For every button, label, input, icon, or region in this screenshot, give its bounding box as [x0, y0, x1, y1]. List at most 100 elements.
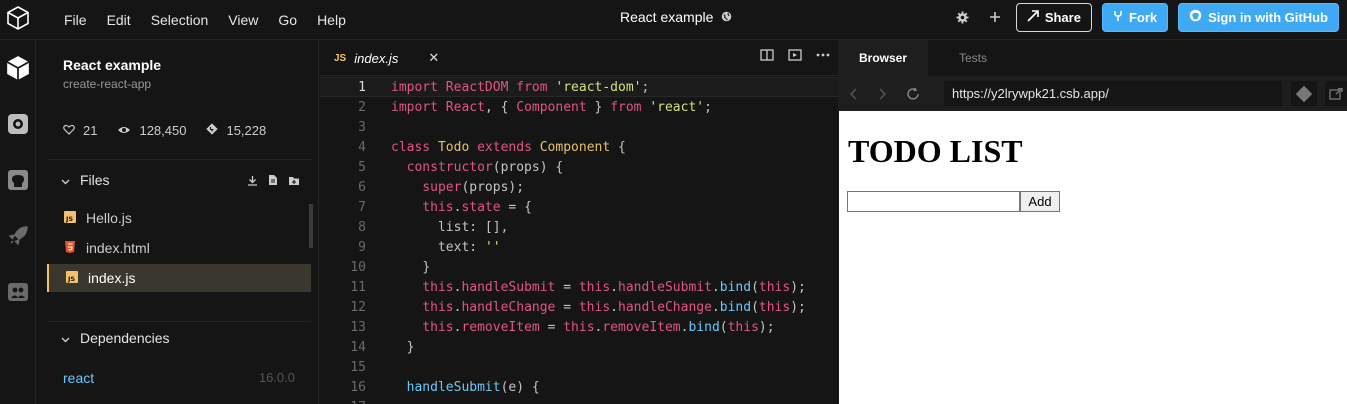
- likes-stat[interactable]: 21: [63, 123, 97, 138]
- code-line: 17: [320, 397, 838, 404]
- forks-stat: 15,228: [206, 123, 266, 138]
- preview-tabs: Browser Tests: [838, 40, 1347, 76]
- line-number: 15: [350, 359, 366, 375]
- globe-icon: [721, 9, 732, 25]
- menu-view[interactable]: View: [218, 12, 268, 28]
- fork-icon: [1113, 10, 1123, 25]
- fork-label: Fork: [1128, 9, 1158, 25]
- editor-tab-index-js[interactable]: JS index.js ✕: [320, 40, 439, 76]
- code-text: text: '': [437, 239, 501, 255]
- code-line: 8 list: [],: [320, 217, 838, 237]
- menu-help[interactable]: Help: [307, 12, 356, 28]
- js-file-icon: JS: [64, 210, 76, 226]
- menu-go[interactable]: Go: [268, 12, 307, 28]
- new-folder-icon[interactable]: [288, 173, 300, 191]
- tab-browser[interactable]: Browser: [838, 40, 928, 76]
- menu-file[interactable]: File: [54, 12, 97, 28]
- file-name: Hello.js: [86, 210, 132, 226]
- preview-icon[interactable]: [788, 48, 802, 66]
- code-line: 15: [320, 357, 838, 377]
- devtools-icon[interactable]: [1291, 81, 1317, 106]
- gear-icon[interactable]: [952, 6, 974, 28]
- dependencies-section-header[interactable]: Dependencies: [61, 329, 170, 347]
- code-text: constructor(props) {: [406, 159, 564, 175]
- code-text: import ReactDOM from 'react-dom';: [391, 79, 650, 95]
- code-line: 9 text: '': [320, 237, 838, 257]
- new-file-icon[interactable]: [268, 173, 278, 191]
- line-number: 3: [358, 119, 366, 135]
- file-item-index-html[interactable]: index.html: [47, 234, 311, 262]
- tab-label: index.js: [354, 50, 399, 66]
- open-new-window-icon[interactable]: [1325, 81, 1347, 106]
- line-number: 14: [350, 339, 366, 355]
- js-badge: JS: [334, 52, 347, 64]
- file-name: index.js: [88, 270, 136, 286]
- code-text: import React, { Component } from 'react'…: [391, 99, 712, 115]
- activity-github-icon[interactable]: [0, 152, 36, 208]
- sidebar-template-name[interactable]: create-react-app: [63, 77, 151, 91]
- upload-icon[interactable]: [247, 173, 258, 191]
- browser-viewport: TODO LIST Add: [839, 111, 1347, 404]
- code-text: }: [422, 259, 431, 275]
- file-item-hello-js[interactable]: JS Hello.js: [47, 204, 311, 232]
- url-input[interactable]: https://y2lrywpk21.csb.app/: [944, 81, 1282, 106]
- chevron-down-icon: [61, 330, 70, 346]
- code-line: 10 }: [320, 257, 838, 277]
- code-line: 4 class Todo extends Component {: [320, 137, 838, 157]
- sidebar-scrollbar[interactable]: [309, 204, 313, 248]
- close-icon[interactable]: ✕: [428, 50, 439, 66]
- codesandbox-logo-icon[interactable]: [0, 0, 36, 36]
- line-number: 12: [350, 299, 366, 315]
- fork-button[interactable]: Fork: [1101, 2, 1169, 32]
- share-button[interactable]: Share: [1015, 2, 1092, 32]
- code-line: 13 this.removeItem = this.removeItem.bin…: [320, 317, 838, 337]
- tab-tests[interactable]: Tests: [928, 40, 1018, 76]
- sidebar-divider: [47, 159, 311, 160]
- project-stats: 21 128,450 15,228: [63, 123, 266, 138]
- menu-edit[interactable]: Edit: [97, 12, 141, 28]
- split-view-icon[interactable]: [760, 48, 774, 66]
- add-button[interactable]: Add: [1020, 191, 1060, 212]
- code-area[interactable]: 1 import ReactDOM from 'react-dom'; 2 impo…: [320, 77, 838, 404]
- refresh-icon[interactable]: [898, 87, 928, 101]
- forward-icon[interactable]: [868, 87, 898, 100]
- menu-selection[interactable]: Selection: [141, 12, 219, 28]
- file-name: index.html: [86, 240, 150, 256]
- files-actions: [247, 173, 300, 191]
- sign-in-github-button[interactable]: Sign in with GitHub: [1178, 2, 1339, 32]
- forks-count: 15,228: [226, 123, 267, 138]
- files-section-header[interactable]: Files: [61, 171, 110, 189]
- plus-icon[interactable]: [984, 6, 1006, 28]
- heart-icon: [63, 123, 75, 138]
- line-number: 8: [358, 219, 366, 235]
- activity-settings-gear-icon[interactable]: [0, 96, 36, 152]
- back-icon[interactable]: [838, 87, 868, 100]
- chevron-down-icon: [61, 172, 70, 188]
- more-icon[interactable]: [816, 48, 830, 66]
- code-line: 5 constructor(props) {: [320, 157, 838, 177]
- browser-url-bar: https://y2lrywpk21.csb.app/: [838, 76, 1347, 111]
- js-file-icon: JS: [66, 270, 78, 286]
- top-actions: Share Fork Sign in with GitHub: [952, 2, 1339, 32]
- line-number: 7: [358, 199, 366, 215]
- github-icon: [1189, 9, 1202, 25]
- line-number: 17: [320, 400, 366, 404]
- likes-count: 21: [83, 123, 98, 138]
- activity-deploy-rocket-icon[interactable]: [0, 208, 36, 264]
- dependency-name: react: [63, 370, 95, 386]
- sidebar: React example create-react-app 21 128,45…: [47, 40, 319, 404]
- code-line: 6 super(props);: [320, 177, 838, 197]
- activity-live-people-icon[interactable]: [0, 264, 36, 320]
- code-line: 2 import React, { Component } from 'react…: [320, 97, 838, 117]
- activity-project-info-icon[interactable]: [0, 40, 36, 96]
- todo-text-input[interactable]: [847, 191, 1020, 212]
- preview-panel: Browser Tests https://y2lrywpk21.csb.app…: [838, 40, 1347, 404]
- file-item-index-js[interactable]: JS index.js: [47, 264, 311, 292]
- project-title[interactable]: React example: [620, 0, 732, 34]
- code-line: 14 }: [320, 337, 838, 357]
- line-number: 2: [358, 99, 366, 115]
- dependency-react[interactable]: react 16.0.0: [63, 370, 295, 386]
- line-number: 9: [358, 239, 366, 255]
- top-bar: File Edit Selection View Go Help React e…: [0, 0, 1347, 40]
- code-line: 3: [320, 117, 838, 137]
